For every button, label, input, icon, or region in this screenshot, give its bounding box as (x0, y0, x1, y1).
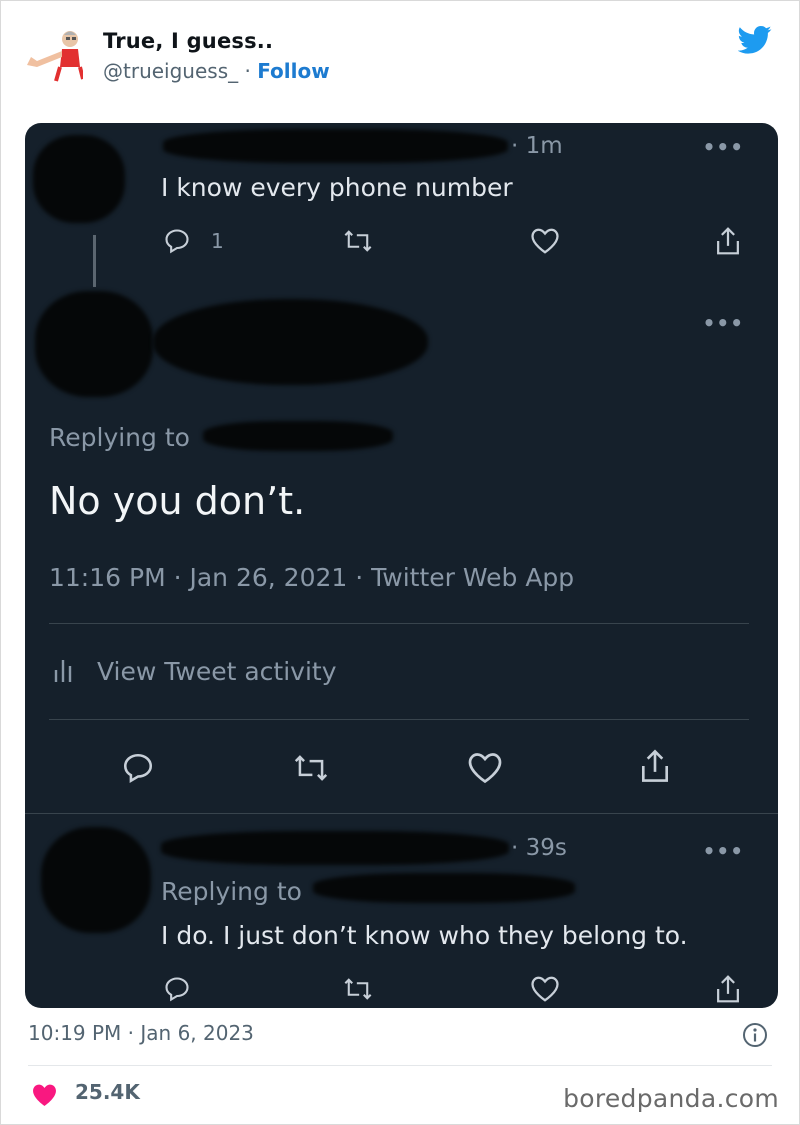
divider (25, 813, 778, 814)
tweet-timestamp[interactable]: 10:19 PM · Jan 6, 2023 (28, 1021, 254, 1045)
retweet-icon[interactable] (343, 975, 373, 1003)
share-icon[interactable] (637, 747, 673, 785)
like-icon[interactable] (467, 751, 503, 785)
main-tweet-meta: 11:16 PM · Jan 26, 2021 · Twitter Web Ap… (49, 563, 575, 592)
handle-separator: · (238, 59, 258, 83)
reply-tweet-text: I do. I just don’t know who they belong … (161, 921, 688, 950)
like-count[interactable]: 25.4K (75, 1080, 140, 1104)
redacted-name (163, 129, 508, 163)
main-tweet-text: No you don’t. (49, 479, 306, 523)
author-handle[interactable]: @trueiguess_ (103, 59, 238, 83)
reply-icon[interactable] (163, 227, 191, 255)
reply-icon[interactable] (121, 751, 155, 785)
follow-button[interactable]: Follow (257, 59, 330, 83)
view-tweet-activity[interactable]: View Tweet activity (97, 657, 337, 686)
redacted-name (161, 831, 509, 865)
like-icon[interactable] (530, 975, 560, 1003)
thread-line (93, 235, 96, 287)
retweet-icon[interactable] (343, 227, 373, 255)
redacted-mention (313, 873, 575, 903)
reply-tweet-more-icon[interactable]: ••• (703, 839, 744, 863)
divider (49, 719, 749, 720)
first-tweet-text: I know every phone number (161, 173, 513, 202)
footer-divider (28, 1065, 772, 1066)
first-tweet-reply-count: 1 (211, 229, 224, 253)
brand-watermark: boredpanda.com (563, 1084, 779, 1113)
redacted-avatar (33, 135, 125, 223)
reply-tweet-time: · 39s (511, 835, 567, 861)
share-icon[interactable] (713, 973, 743, 1005)
embedded-screenshot: · 1m ••• I know every phone number 1 •••… (25, 123, 778, 1008)
like-icon[interactable] (530, 227, 560, 255)
reply-icon[interactable] (163, 975, 191, 1003)
first-tweet-time: · 1m (511, 133, 563, 159)
redacted-name (153, 299, 428, 385)
twitter-bird-icon[interactable] (737, 25, 772, 55)
main-tweet-more-icon[interactable]: ••• (703, 311, 744, 335)
author-avatar[interactable] (25, 27, 85, 83)
author-display-name[interactable]: True, I guess.. (103, 29, 273, 53)
info-icon[interactable] (742, 1022, 768, 1048)
first-tweet-more-icon[interactable]: ••• (703, 135, 744, 159)
tweet-card: True, I guess.. @trueiguess_ · Follow · … (0, 0, 800, 1125)
share-icon[interactable] (713, 225, 743, 257)
reply-replying-to-label: Replying to (161, 877, 302, 906)
author-handle-row: @trueiguess_ · Follow (103, 59, 330, 83)
redacted-avatar (41, 827, 151, 933)
retweet-icon[interactable] (293, 751, 329, 785)
main-replying-to-label: Replying to (49, 423, 190, 452)
heart-icon[interactable] (31, 1083, 58, 1107)
bar-chart-icon (53, 658, 73, 684)
redacted-mention (203, 421, 393, 451)
divider (49, 623, 749, 624)
redacted-avatar (35, 291, 153, 397)
